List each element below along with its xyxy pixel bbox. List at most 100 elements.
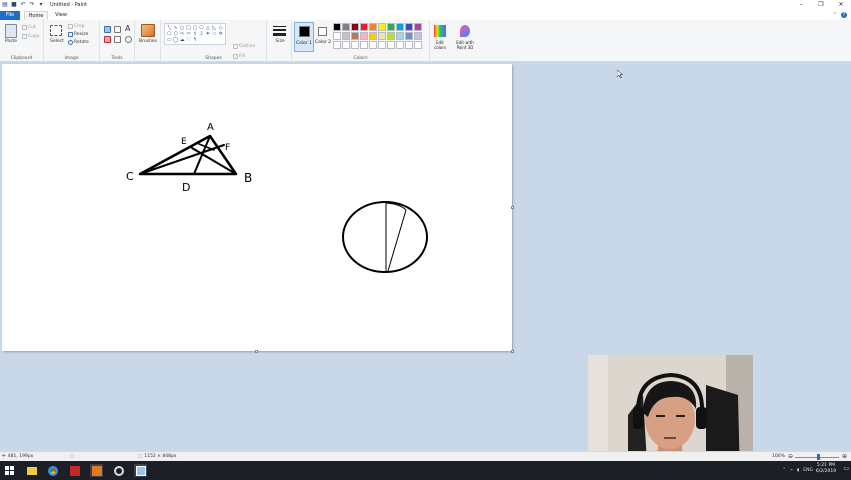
tab-view[interactable]: View	[50, 11, 72, 20]
size-group: Size	[267, 20, 292, 62]
window-title: Untitled - Paint	[50, 2, 88, 8]
drawing-svg: A B C D E F	[126, 122, 428, 273]
crop-button[interactable]: Crop	[68, 24, 85, 29]
zoom-in-button[interactable]: ⊕	[842, 453, 847, 460]
colors-group: Colors	[292, 20, 430, 62]
line-size-icon[interactable]	[273, 26, 286, 36]
save-icon[interactable]: ■	[11, 2, 17, 8]
network-icon[interactable]: ⌁	[790, 468, 793, 473]
customize-icon[interactable]: ▾	[38, 2, 44, 8]
scissors-icon	[22, 25, 27, 30]
resize-icon	[68, 32, 73, 37]
copy-icon	[22, 34, 27, 39]
volume-icon[interactable]: ◖	[797, 468, 799, 473]
help-icon[interactable]: ?	[841, 12, 847, 18]
tools-label: Tools	[111, 56, 123, 61]
label-c: C	[126, 170, 134, 183]
window-controls: – ❐ ✕	[791, 0, 851, 10]
canvas-resize-handle-corner[interactable]	[511, 350, 514, 353]
selection-size-icon: ⬚	[70, 454, 75, 459]
circle-chord-slanted	[385, 202, 407, 272]
edit-colors-icon	[434, 25, 446, 37]
chrome-icon[interactable]	[46, 464, 59, 477]
magnifier-icon[interactable]	[125, 36, 132, 43]
shapes-label: Shapes	[205, 56, 222, 61]
image-group: Select Crop Resize Rotate Image	[44, 20, 100, 62]
resize-button[interactable]: Resize	[68, 32, 88, 37]
copy-button[interactable]: Copy	[22, 34, 39, 39]
canvas-resize-handle-bottom[interactable]	[255, 350, 258, 353]
eraser-icon[interactable]	[104, 36, 111, 43]
brushes-button[interactable]: Brushes	[137, 39, 159, 44]
ribbon-tabs: File Home View ⌃ ?	[0, 10, 851, 20]
lightning-shape-icon[interactable]: ϟ	[192, 37, 198, 43]
paste-icon[interactable]	[5, 24, 17, 38]
canvas-resize-handle-right[interactable]	[511, 206, 514, 209]
tab-home[interactable]: Home	[24, 11, 48, 20]
notifications-icon[interactable]: ▭	[843, 465, 849, 472]
clipboard-group: Paste Cut Copy Clipboard	[0, 20, 44, 62]
title-bar: ▤ ■ ↶ ↷ ▾ Untitled - Paint – ❐ ✕	[0, 0, 851, 10]
pencil-icon[interactable]	[104, 26, 111, 33]
edit-paint3d-button[interactable]: Edit with Paint 3D	[452, 22, 478, 54]
cursor-position-icon: ✛	[2, 454, 6, 459]
edit-colors-button[interactable]: Edit colors	[430, 22, 450, 54]
tab-file[interactable]: File	[0, 11, 20, 20]
taskbar: ⌃ ⌁ ◖ ENG 5:21 PM 6/2/2019 ▭	[0, 461, 851, 480]
zoom-out-button[interactable]: ⊖	[788, 453, 793, 460]
paint-app-icon: ▤	[2, 1, 8, 8]
collapse-ribbon-icon[interactable]: ⌃	[833, 12, 837, 18]
label-a: A	[207, 122, 214, 133]
undo-icon[interactable]: ↶	[20, 2, 26, 8]
star-six-shape-icon[interactable]: ✡	[218, 31, 224, 37]
cursor-position: ✛ 481, 199px	[2, 454, 34, 459]
selection-size: ⬚	[70, 454, 74, 459]
brush-icon[interactable]	[141, 24, 155, 37]
tray-chevron-icon[interactable]: ⌃	[782, 468, 786, 473]
ribbon: Paste Cut Copy Clipboard Select Crop Res…	[0, 20, 851, 62]
color-picker-icon[interactable]	[114, 36, 121, 43]
label-f: F	[225, 143, 230, 153]
cut-button[interactable]: Cut	[22, 25, 36, 30]
clock[interactable]: 5:21 PM 6/2/2019	[811, 463, 841, 475]
rotate-button[interactable]: Rotate	[68, 40, 89, 45]
canvas-size: ⬚ 1152 × 848px	[138, 454, 177, 459]
select-icon[interactable]	[50, 25, 62, 36]
drawing-canvas[interactable]: A B C D E F	[2, 64, 514, 353]
close-button[interactable]: ✕	[831, 0, 851, 10]
triangle-figure	[138, 134, 238, 176]
mouse-cursor-icon	[617, 70, 623, 78]
rotate-icon	[68, 40, 73, 45]
minimize-button[interactable]: –	[791, 0, 811, 10]
zoom-slider[interactable]	[795, 454, 839, 460]
red-app-icon[interactable]	[68, 464, 81, 477]
system-tray: ⌃ ⌁ ◖ ENG	[782, 464, 813, 477]
select-button[interactable]: Select	[46, 39, 68, 44]
fill-bucket-icon	[233, 54, 238, 59]
size-button[interactable]: Size	[269, 39, 291, 44]
obs-icon[interactable]	[112, 464, 125, 477]
image-label: Image	[64, 56, 79, 61]
fill-button[interactable]: Fill	[233, 54, 245, 59]
canvas-size-icon: ⬚	[138, 454, 143, 459]
brushes-group: Brushes	[135, 20, 161, 62]
text-icon[interactable]: A	[125, 24, 130, 33]
circle-outline	[342, 201, 428, 273]
quick-access-toolbar: ▤ ■ ↶ ↷ ▾	[0, 0, 44, 10]
paste-button[interactable]: Paste	[0, 39, 22, 44]
label-d: D	[182, 181, 190, 194]
paint-taskbar-icon[interactable]	[134, 464, 147, 477]
outline-icon	[233, 44, 238, 49]
shapes-gallery: ╲ ∿ ○ □ ▢ ⬠ △ ◺ ◇ ⬠ ⬡ ⇨ ⇦ ⇧ ⇩ ✦ ☆ ✡ ▭ ◯ …	[164, 23, 226, 45]
tools-group: A Tools	[100, 20, 135, 62]
paint3d-icon	[460, 25, 470, 37]
status-bar: ✛ 481, 199px ⬚ ⬚ 1152 × 848px 100% ⊖ ⊕	[0, 451, 851, 461]
outline-button[interactable]: Outline	[233, 44, 255, 49]
fill-icon[interactable]	[114, 26, 121, 33]
file-explorer-icon[interactable]	[25, 464, 38, 477]
orange-app-icon[interactable]	[90, 464, 103, 477]
zoom-slider-thumb[interactable]	[817, 454, 820, 460]
start-button[interactable]	[3, 464, 16, 477]
maximize-button[interactable]: ❐	[811, 0, 831, 10]
redo-icon[interactable]: ↷	[29, 2, 35, 8]
